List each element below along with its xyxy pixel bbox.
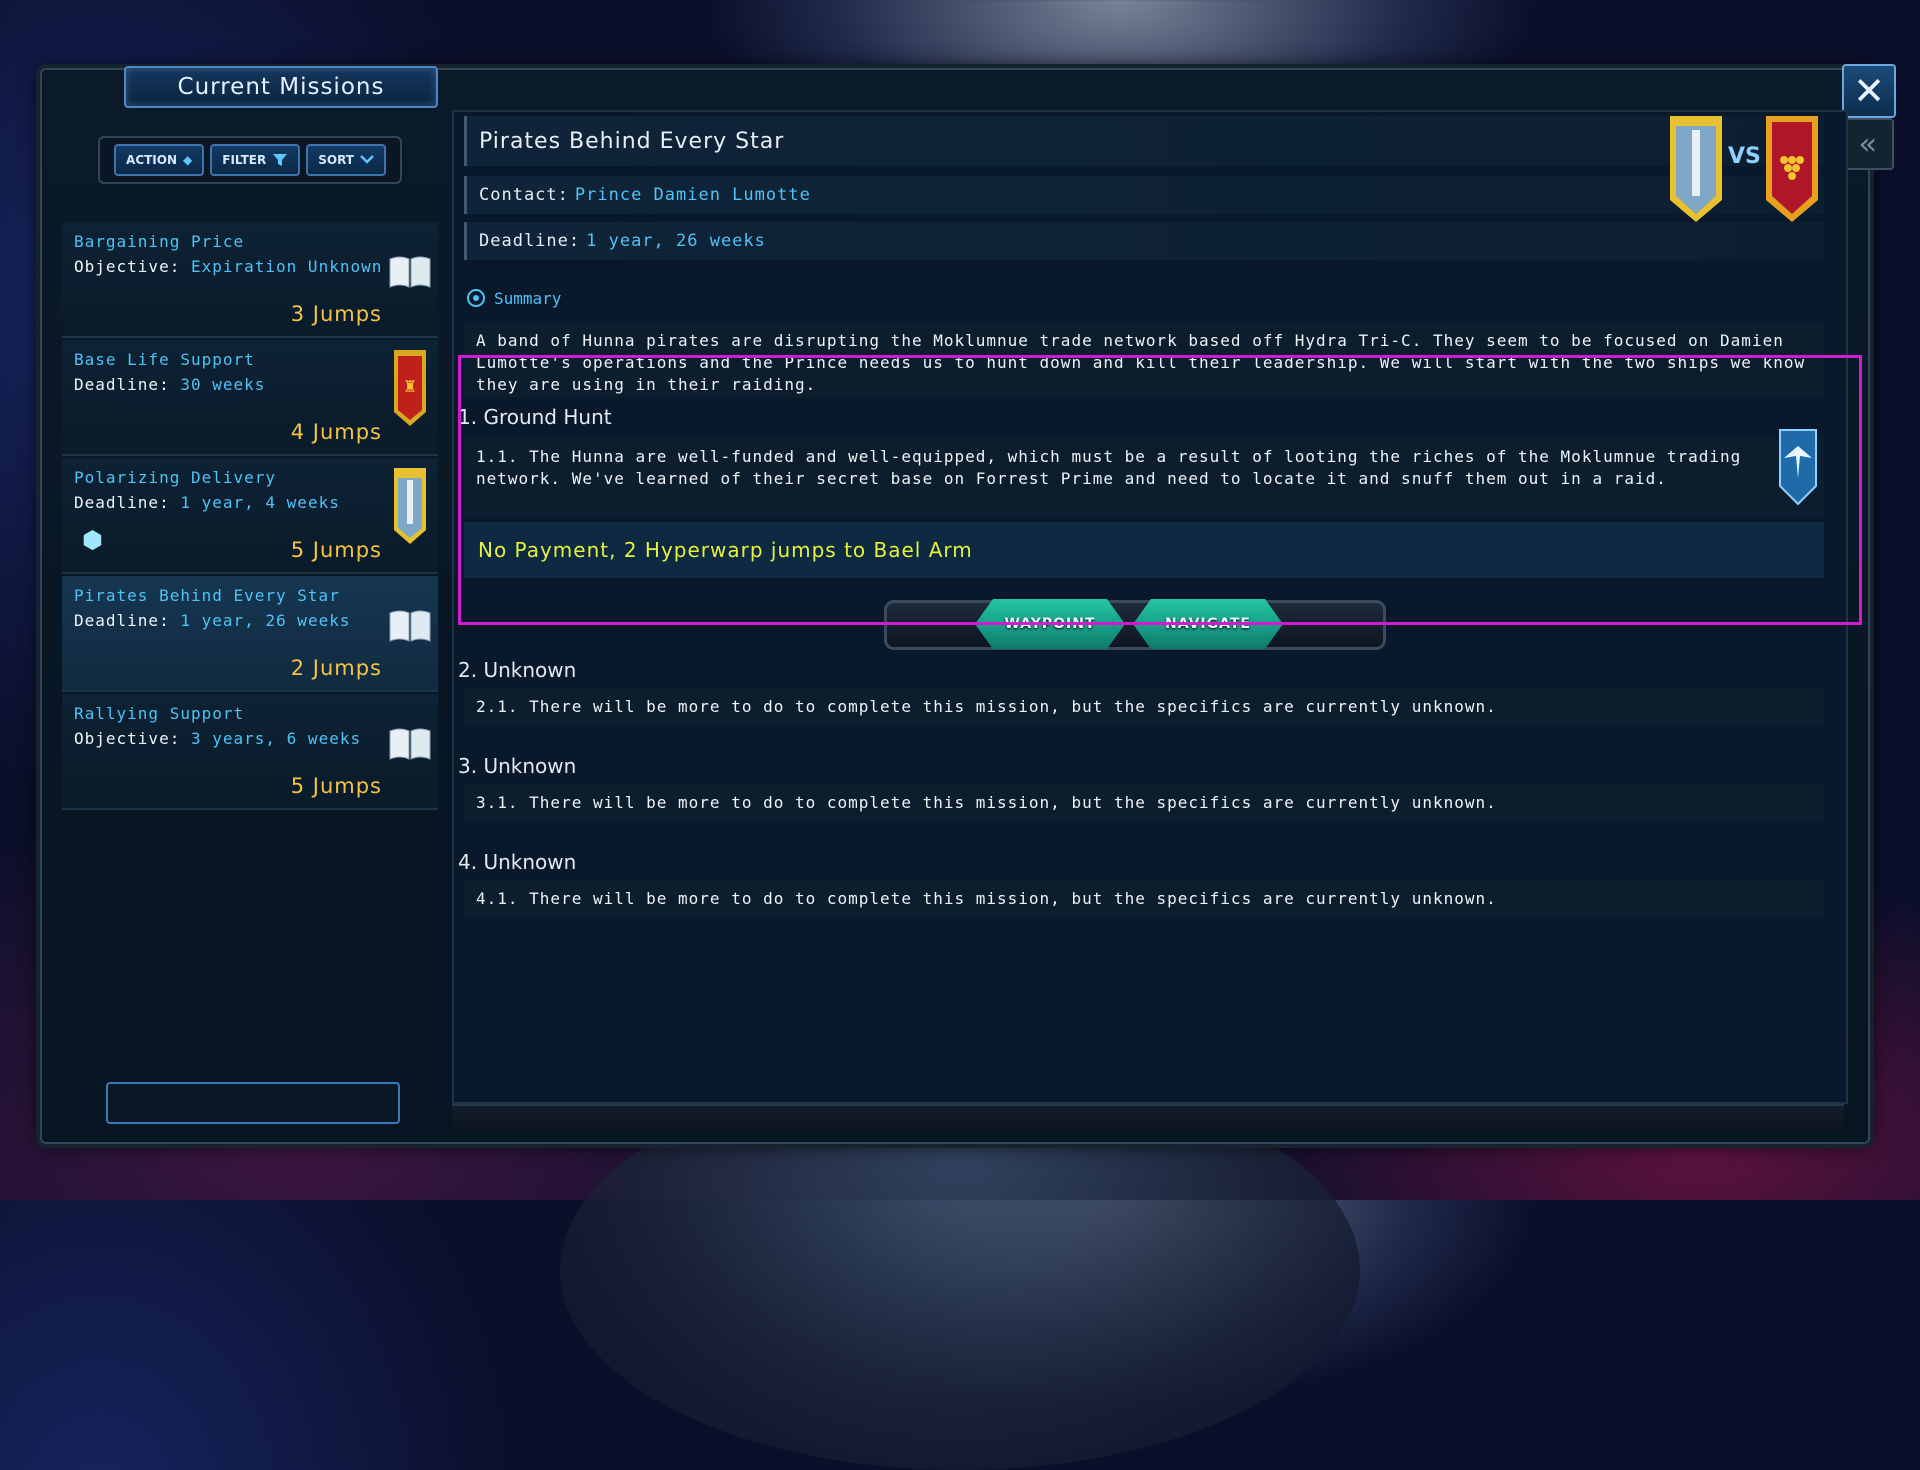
player-faction-banner-icon: [1670, 116, 1722, 222]
mission-objective-value: 1 year, 4 weeks: [180, 493, 340, 512]
mission-item-bargaining-price[interactable]: Bargaining Price Objective: Expiration U…: [62, 222, 438, 338]
mission-list-panel: ACTION ◆ FILTER SORT Bargaining Price Ob…: [62, 112, 438, 1142]
mission-item-pirates-behind-every-star[interactable]: Pirates Behind Every Star Deadline: 1 ye…: [62, 576, 438, 692]
sort-button[interactable]: SORT: [306, 144, 386, 176]
versus-label: VS: [1728, 144, 1761, 169]
mission-objective-value: 1 year, 26 weeks: [180, 611, 351, 630]
mission-objective-label: Objective:: [74, 729, 181, 748]
mission-name: Polarizing Delivery: [74, 468, 277, 487]
mission-action-bar: WAYPOINT NAVIGATE: [884, 599, 1386, 650]
mission-objective-label: Deadline:: [74, 493, 170, 512]
yellow-blue-banner-icon: [388, 466, 432, 546]
mission-objective: Objective: 3 years, 6 weeks: [74, 729, 361, 748]
step-4-title: 4. Unknown: [458, 850, 577, 874]
deadline-row: Deadline: 1 year, 26 weeks: [464, 222, 1824, 260]
mission-objective-value: 3 years, 6 weeks: [190, 729, 362, 748]
mission-item-rallying-support[interactable]: Rallying Support Objective: 3 years, 6 w…: [62, 694, 438, 810]
mission-objective-value: 30 weeks: [180, 375, 266, 394]
summary-header: Summary: [466, 288, 561, 308]
step-3-title: 3. Unknown: [458, 754, 577, 778]
mission-jumps: 3 Jumps: [290, 302, 382, 326]
mission-item-polarizing-delivery[interactable]: Polarizing Delivery Deadline: 1 year, 4 …: [62, 458, 438, 574]
action-label: ACTION: [126, 153, 178, 167]
step-2-title: 2. Unknown: [458, 658, 577, 682]
chevron-down-icon: [360, 155, 374, 164]
filter-label: FILTER: [222, 153, 267, 167]
diamond-dropdown-icon: ◆: [183, 153, 193, 167]
mission-objective: Deadline: 30 weeks: [74, 375, 265, 394]
mission-objective-label: Deadline:: [74, 375, 170, 394]
mission-objective-label: Deadline:: [74, 611, 170, 630]
book-icon: [388, 248, 432, 294]
cargo-cube-icon: ⬢: [82, 526, 103, 554]
step-2-text: 2.1. There will be more to do to complet…: [464, 688, 1824, 726]
winged-shield-icon: [1779, 429, 1817, 506]
mission-objective: Deadline: 1 year, 4 weeks: [74, 493, 340, 512]
book-icon: [388, 720, 432, 766]
svg-text:♜: ♜: [404, 373, 416, 397]
summary-label: Summary: [494, 288, 562, 308]
mission-objective: Objective: Expiration Unknown: [74, 257, 382, 276]
red-lion-banner-icon: ♜: [388, 348, 432, 428]
mission-objective-label: Objective:: [74, 257, 181, 276]
bottom-frame-strip: [452, 1104, 1844, 1132]
mission-objective-value: Expiration Unknown: [190, 257, 383, 276]
mission-name: Rallying Support: [74, 704, 245, 723]
contact-value: Prince Damien Lumotte: [574, 185, 811, 205]
step-1-title: 1. Ground Hunt: [458, 405, 612, 429]
summary-icon: [467, 289, 485, 307]
step-3-text: 3.1. There will be more to do to complet…: [464, 784, 1824, 822]
mission-jumps: 4 Jumps: [290, 420, 382, 444]
mission-search-input[interactable]: [106, 1082, 400, 1124]
mission-title: Pirates Behind Every Star: [464, 116, 1824, 166]
mission-name: Pirates Behind Every Star: [74, 586, 340, 605]
book-icon: [388, 602, 432, 648]
close-button[interactable]: ✕: [1842, 64, 1896, 118]
action-button[interactable]: ACTION ◆: [114, 144, 205, 176]
mission-list: Bargaining Price Objective: Expiration U…: [62, 222, 438, 812]
mission-jumps: 2 Jumps: [290, 656, 382, 680]
sort-label: SORT: [318, 153, 354, 167]
mission-item-base-life-support[interactable]: Base Life Support Deadline: 30 weeks 4 J…: [62, 340, 438, 456]
collapse-back-button[interactable]: «: [1842, 118, 1894, 170]
filter-button[interactable]: FILTER: [210, 144, 301, 176]
mission-objective: Deadline: 1 year, 26 weeks: [74, 611, 350, 630]
mission-jumps: 5 Jumps: [290, 538, 382, 562]
mission-name: Bargaining Price: [74, 232, 245, 251]
mission-name: Base Life Support: [74, 350, 255, 369]
contact-row: Contact: Prince Damien Lumotte: [464, 176, 1824, 214]
deadline-label: Deadline:: [479, 231, 581, 251]
window-title: Current Missions: [124, 66, 438, 108]
contact-label: Contact:: [479, 185, 569, 205]
mission-jumps: 5 Jumps: [290, 774, 382, 798]
faction-versus: VS: [1666, 116, 1836, 226]
step-1-text: 1.1. The Hunna are well-funded and well-…: [464, 438, 1824, 518]
mission-detail-panel: Pirates Behind Every Star Contact: Princ…: [452, 110, 1848, 1104]
payment-info: No Payment, 2 Hyperwarp jumps to Bael Ar…: [464, 522, 1824, 578]
mission-toolbar: ACTION ◆ FILTER SORT: [98, 136, 402, 184]
summary-text: A band of Hunna pirates are disrupting t…: [464, 322, 1824, 398]
step-4-text: 4.1. There will be more to do to complet…: [464, 880, 1824, 918]
navigate-button[interactable]: NAVIGATE: [1133, 599, 1283, 649]
enemy-faction-banner-icon: [1766, 116, 1818, 222]
funnel-icon: [273, 154, 288, 166]
deadline-value: 1 year, 26 weeks: [586, 231, 766, 251]
waypoint-button[interactable]: WAYPOINT: [975, 599, 1125, 649]
